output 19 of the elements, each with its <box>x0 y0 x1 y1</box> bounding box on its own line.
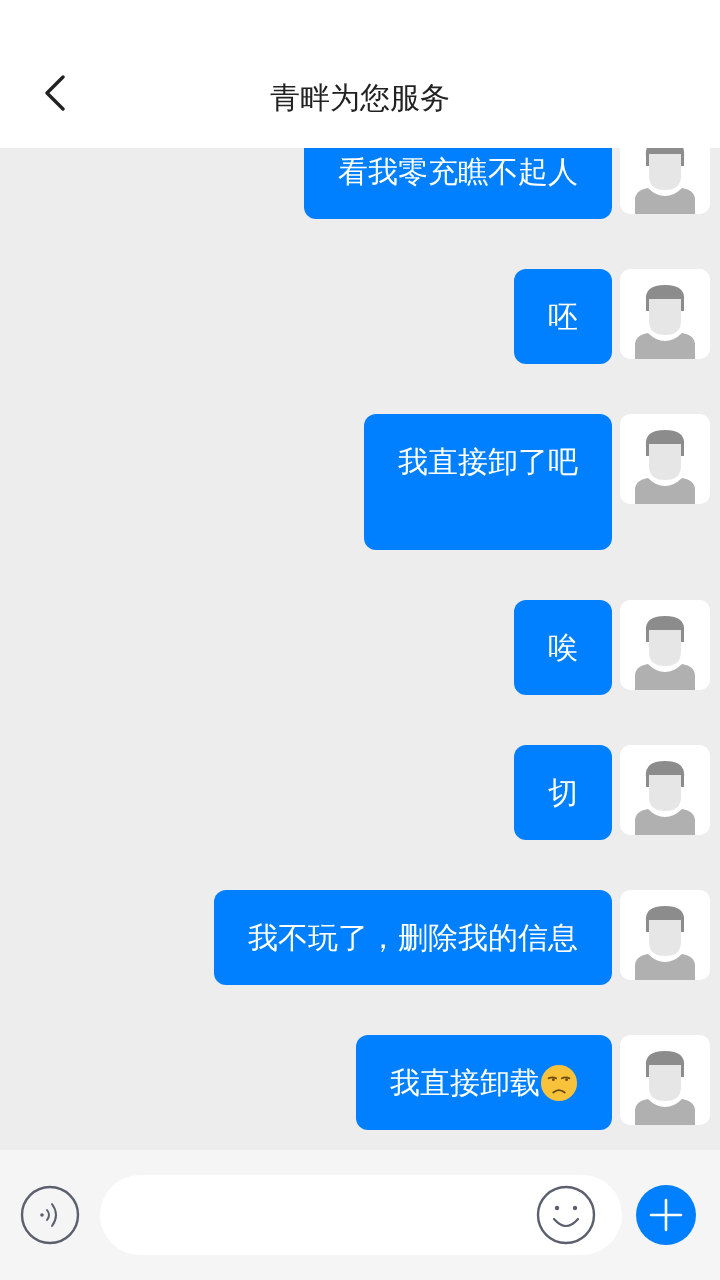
avatar[interactable] <box>620 600 710 690</box>
message-text: 切 <box>548 774 578 812</box>
avatar[interactable] <box>620 269 710 359</box>
avatar[interactable] <box>620 745 710 835</box>
avatar[interactable] <box>620 890 710 980</box>
message-text: 我直接卸了吧 <box>398 443 578 481</box>
avatar[interactable] <box>620 148 710 214</box>
voice-icon[interactable] <box>20 1185 80 1245</box>
message-text: 我直接卸载 <box>390 1064 540 1102</box>
chat-title: 青畔为您服务 <box>270 78 450 117</box>
message-text: 呸 <box>548 298 578 336</box>
message-text: 唉 <box>548 629 578 667</box>
message-text: 看我零充瞧不起人 <box>338 153 578 191</box>
emoji-icon[interactable] <box>536 1185 596 1245</box>
avatar[interactable] <box>620 414 710 504</box>
add-button[interactable] <box>636 1185 696 1245</box>
message-text: 我不玩了，删除我的信息 <box>248 919 578 957</box>
back-icon[interactable] <box>44 75 66 111</box>
avatar[interactable] <box>620 1035 710 1125</box>
